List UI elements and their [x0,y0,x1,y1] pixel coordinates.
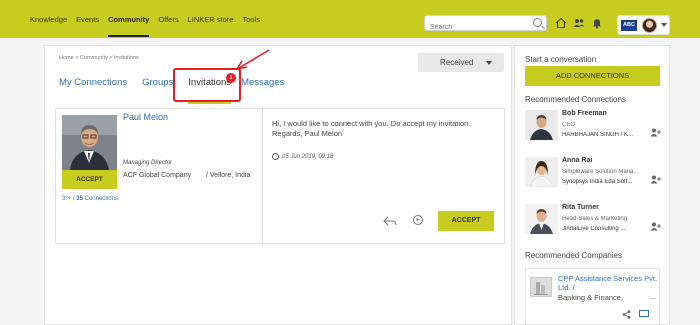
nav-tools[interactable]: Tools [242,15,260,24]
nav-knowledge[interactable]: Knowledge [30,15,67,24]
connection-name[interactable]: Bob Freeman [562,110,607,117]
invitation-date: 05 Jun 2019, 09:18 [272,153,333,160]
bell-icon[interactable] [591,17,603,29]
card-divider [262,109,263,243]
connection-name[interactable]: Rita Turner [562,204,599,211]
recommended-connection: Anna Rai Simpleware Solution Mana... Syn… [525,157,665,197]
chevron-down-icon [486,61,492,65]
company-separator: / [570,283,575,292]
main-panel: Home > Community > Invitations Received … [44,45,512,325]
tab-messages[interactable]: Messages [241,77,284,97]
clock-icon [272,153,279,160]
connection-title: Head-Sales & Marketing [562,216,628,222]
company-name[interactable]: CPP Assistance Services Pvt. Ltd. / [558,274,658,292]
right-sidebar: Start a conversation ADD CONNECTIONS Rec… [514,45,670,325]
company-industry: Banking & Finance, [558,293,624,302]
people-icon[interactable] [573,17,585,29]
inviter-role: Managing Director [123,160,173,166]
company-more[interactable]: ... [650,294,656,301]
search-icon[interactable] [533,18,542,27]
tab-groups[interactable]: Groups [142,77,173,97]
received-filter-value: Received [440,58,474,67]
connection-title: Simpleware Solution Mana... [562,169,639,175]
search-input[interactable] [425,20,525,35]
add-connection-icon[interactable] [650,175,661,186]
connection-company: HARBHAJAN SINGH / K... [562,132,634,138]
connections-count[interactable]: 35 [76,196,83,202]
invitation-date-text: 05 Jun 2019, 09:18 [282,154,334,161]
tab-my-connections[interactable]: My Connections [59,77,127,97]
accept-button[interactable]: ACCEPT [438,211,494,231]
invitations-count-badge: 1 [226,73,236,83]
nav-linker-store[interactable]: LINKER store [188,15,234,24]
received-filter-select[interactable]: Received [418,53,504,72]
mail-icon[interactable] [639,310,649,317]
org-logo: ABC [621,20,637,31]
main-nav: Knowledge Events Community Offers LINKER… [30,0,269,38]
connection-photo [525,157,558,187]
home-icon[interactable] [555,17,567,29]
connection-photo [525,110,558,140]
connection-title: CEO [562,122,576,128]
connection-photo [525,204,558,234]
recommended-connection: Rita Turner Head-Sales & Marketing Jinda… [525,204,665,244]
inviter-location: / Vellore, India [206,172,251,179]
share-icon[interactable] [622,310,631,321]
reply-icon[interactable] [383,216,397,229]
recommended-company-card: CPP Assistance Services Pvt. Ltd. / Bank… [525,268,660,325]
forward-icon[interactable]: ▸ [413,215,423,225]
connection-name[interactable]: Anna Rai [562,157,592,164]
nav-offers[interactable]: Offers [158,15,178,24]
invitation-card: ACCEPT Paul Melon Managing Director ACF … [55,108,505,244]
company-logo-icon [530,277,552,297]
avatar [642,18,657,33]
connection-company: Synopsys India Eda Soft... [562,179,633,185]
nav-events[interactable]: Events [76,15,99,24]
recommended-connection: Bob Freeman CEO HARBHAJAN SINGH / K... [525,110,665,150]
start-conversation-title: Start a conversation [525,55,597,64]
recommended-connections-title: Recommended Connections [525,95,626,104]
search-box [424,15,547,35]
annotation-arrow-icon [236,49,270,70]
nav-community[interactable]: Community [108,15,150,37]
connection-degree: 3°+ / [62,196,77,202]
recommended-companies-title: Recommended Companies [525,251,622,260]
inviter-company: ACF Global Company [123,172,192,179]
inviter-name[interactable]: Paul Melon [123,112,168,122]
accept-button-small[interactable]: ACCEPT [62,170,117,189]
add-connection-icon[interactable] [650,222,661,233]
add-connection-icon[interactable] [650,128,661,139]
profile-photo [62,115,117,170]
connections-info: 3°+ / 35 Connections [62,196,118,202]
top-icons [555,17,603,29]
top-navbar: Knowledge Events Community Offers LINKER… [0,0,700,38]
add-connections-button[interactable]: ADD CONNECTIONS [525,66,660,86]
user-menu[interactable]: ABC [617,15,670,35]
chevron-down-icon[interactable] [661,23,667,27]
invitation-message: Hi, I would like to connect with you. Do… [272,119,471,138]
connection-company: JindalLive Consulting ... [562,226,626,232]
breadcrumb: Home > Community > Invitations [59,55,139,61]
connections-label[interactable]: Connections [83,196,118,202]
